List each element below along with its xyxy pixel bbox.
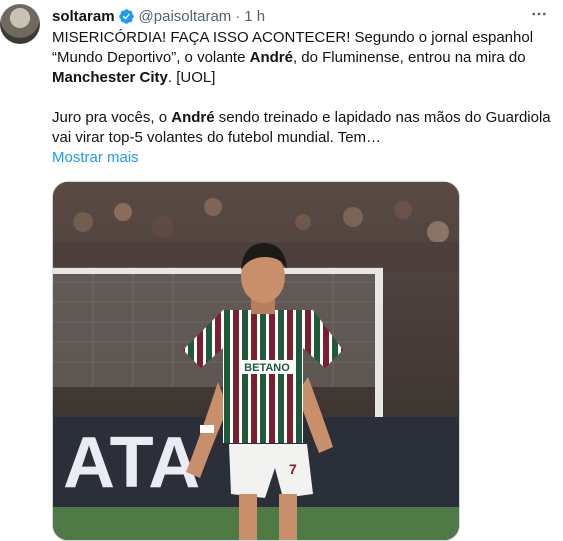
separator-dot: ·: [235, 7, 241, 25]
shirt-number: 7: [289, 461, 297, 477]
ad-board-text: ATA: [63, 423, 200, 503]
mention-andre: André: [249, 49, 293, 66]
tweet-paragraph-2: Juro pra vocês, o André sendo treinado e…: [52, 109, 551, 146]
user-handle[interactable]: @paisoltaram: [139, 8, 232, 25]
football-photo: ATA BETANO 7: [53, 182, 459, 540]
tweet-image[interactable]: ATA BETANO 7: [52, 181, 460, 541]
more-options-icon[interactable]: [529, 4, 549, 24]
show-more-link[interactable]: Mostrar mais: [52, 149, 139, 166]
tweet-line-2: “Mundo Deportivo”, o volante André, do F…: [52, 49, 526, 66]
avatar[interactable]: [0, 4, 40, 44]
timestamp[interactable]: 1 h: [244, 8, 265, 25]
tweet-text: MISERICÓRDIA! FAÇA ISSO ACONTECER! Segun…: [52, 28, 557, 168]
sponsor-text: BETANO: [244, 362, 290, 374]
tweet-header: soltaram @paisoltaram · 1 h: [52, 5, 563, 27]
mention-andre-2: André: [171, 109, 215, 126]
tweet-line-3: Manchester City. [UOL]: [52, 69, 216, 86]
display-name[interactable]: soltaram: [52, 8, 115, 25]
mention-manchester-city: Manchester City: [52, 69, 168, 86]
tweet-line-1: MISERICÓRDIA! FAÇA ISSO ACONTECER! Segun…: [52, 29, 534, 46]
verified-badge-icon: [118, 8, 134, 24]
